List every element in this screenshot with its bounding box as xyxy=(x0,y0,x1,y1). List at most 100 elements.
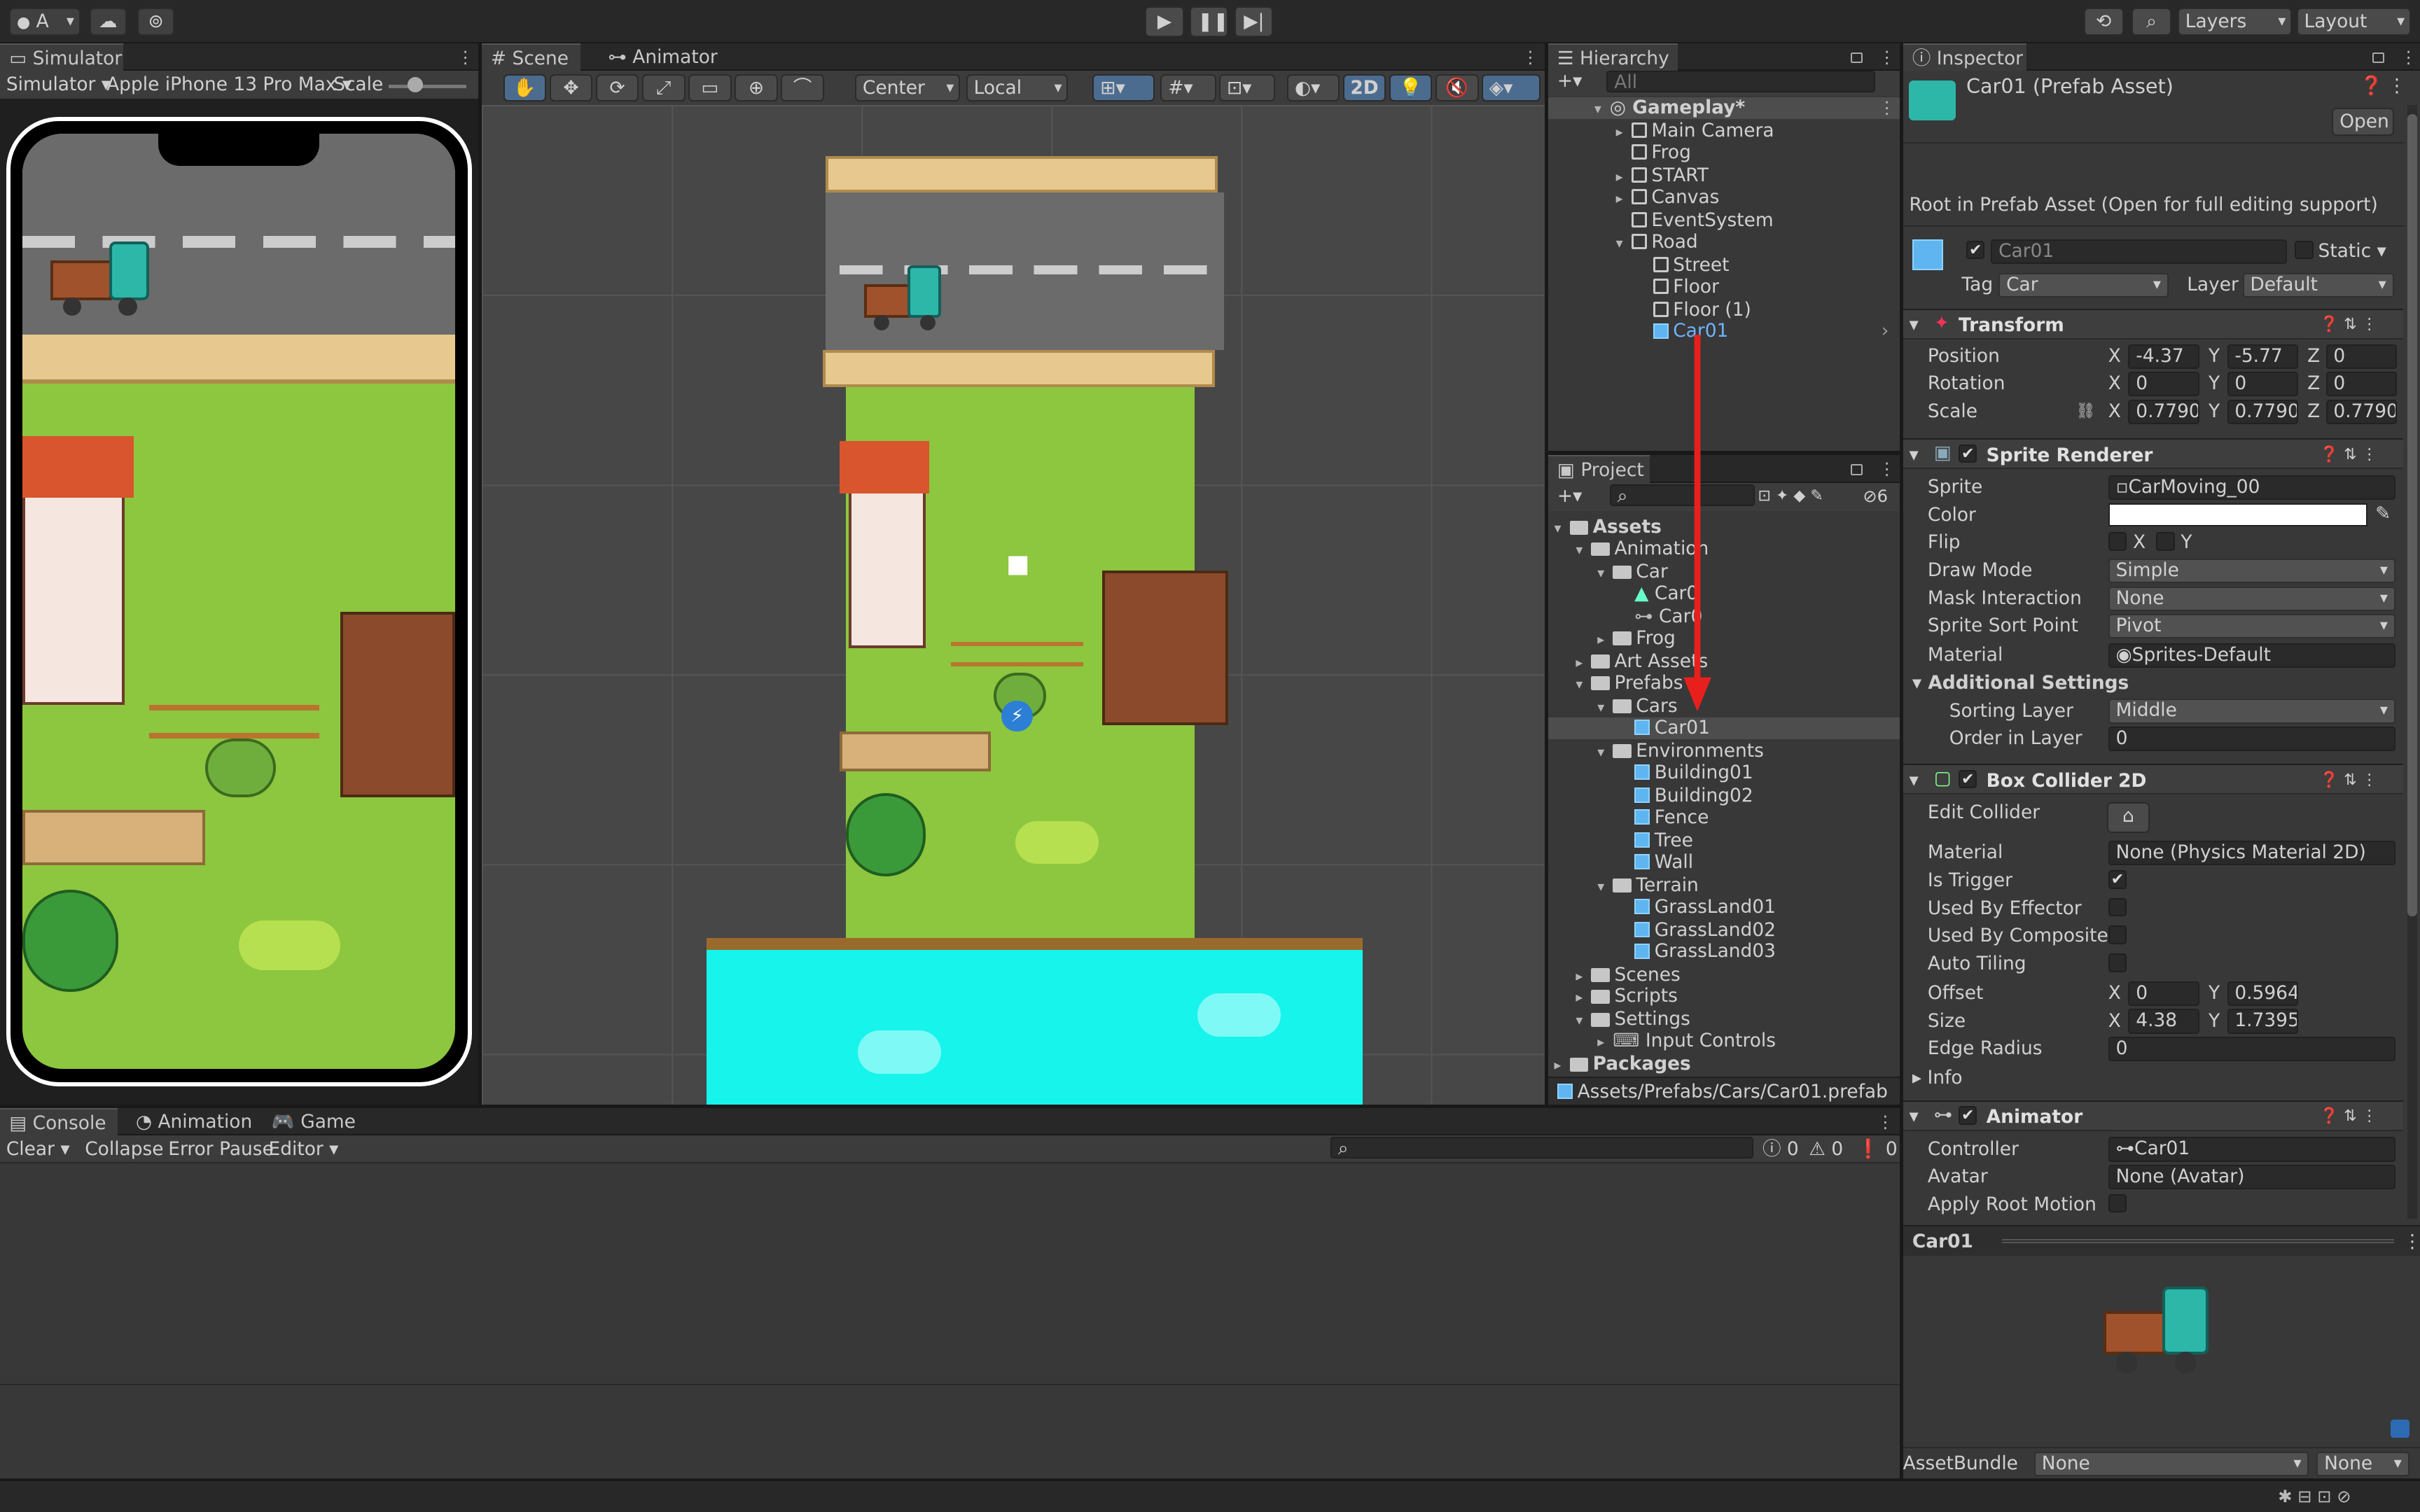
project-item-car01[interactable]: Car01 xyxy=(1634,717,1710,739)
account-dropdown[interactable]: ● A xyxy=(9,8,81,36)
flip-x-checkbox[interactable] xyxy=(2108,532,2127,551)
size-x[interactable]: 4.38 xyxy=(2128,1009,2199,1034)
component-icons[interactable]: ❓ ⇅ ⋮ xyxy=(2320,1106,2377,1128)
effector-checkbox[interactable] xyxy=(2108,897,2127,917)
project-item[interactable]: ▸ Frog xyxy=(1597,627,1676,651)
enabled-checkbox[interactable]: ✔ xyxy=(1958,769,1977,789)
tab-console[interactable]: ▤ Console xyxy=(0,1107,118,1136)
rotation-z[interactable]: 0 xyxy=(2325,372,2397,397)
log-count[interactable]: ⓘ 0 xyxy=(1762,1138,1799,1161)
color-swatch[interactable] xyxy=(2108,503,2368,526)
project-item[interactable]: ▾ Terrain xyxy=(1597,874,1699,898)
kebab-icon[interactable]: ⋮ xyxy=(2388,75,2406,97)
tab-hierarchy[interactable]: ☰ Hierarchy xyxy=(1548,43,1678,71)
project-item[interactable]: ▸ ⌨ Input Controls xyxy=(1597,1030,1776,1054)
order-field[interactable]: 0 xyxy=(2108,727,2395,752)
hand-tool-icon[interactable]: ✋ xyxy=(503,74,547,102)
hidden-count[interactable]: ⊘6 xyxy=(1863,486,1888,507)
tab-inspector[interactable]: ⓘ Inspector xyxy=(1903,43,2026,71)
sorting-layer-dropdown[interactable]: Middle xyxy=(2108,699,2395,724)
draw-mode-icon[interactable]: ◐▾ xyxy=(1287,74,1340,102)
project-item[interactable]: ▾ Settings xyxy=(1576,1008,1690,1032)
project-item[interactable]: ▾ Car xyxy=(1597,561,1668,584)
auto-tiling-checkbox[interactable] xyxy=(2108,953,2127,972)
project-item[interactable]: Building02 xyxy=(1634,785,1753,807)
filter-icons[interactable]: ⊡ ✦ ◆ ✎ xyxy=(1758,486,1823,507)
status-icons[interactable]: ✱ ⊟ ⊡ ⊘ xyxy=(2278,1486,2351,1508)
tab-animator[interactable]: ⊶ Animator xyxy=(599,43,722,71)
kebab-icon[interactable]: ⋮ xyxy=(1878,455,1895,483)
root-motion-checkbox[interactable] xyxy=(2108,1194,2127,1213)
controller-field[interactable]: ⊶Car01 xyxy=(2108,1137,2395,1162)
size-y[interactable]: 1.73952 xyxy=(2227,1009,2298,1034)
kebab-icon[interactable]: ⋮ xyxy=(1878,43,1895,71)
edge-radius-field[interactable]: 0 xyxy=(2108,1037,2395,1062)
project-item[interactable]: ▾ Cars xyxy=(1597,695,1677,719)
custom-tool-icon[interactable]: ⌒ xyxy=(781,74,824,102)
project-item[interactable]: Building01 xyxy=(1634,762,1753,784)
collider-material-field[interactable]: None (Physics Material 2D) xyxy=(2108,841,2395,866)
kebab-icon[interactable]: ⋮ xyxy=(2403,1231,2420,1253)
lock-icon[interactable] xyxy=(2372,52,2385,64)
pause-button[interactable]: ❚❚ xyxy=(1190,6,1228,37)
tab-simulator[interactable]: ▭ Simulator xyxy=(0,43,124,71)
position-x[interactable]: -4.37 xyxy=(2128,344,2199,369)
material-field[interactable]: ◉Sprites-Default xyxy=(2108,643,2395,668)
edit-collider-button[interactable]: ⌂ xyxy=(2106,802,2150,834)
hierarchy-item[interactable]: EventSystem xyxy=(1616,209,1774,232)
console-search-input[interactable]: ⌕ xyxy=(1330,1137,1753,1159)
hierarchy-item[interactable]: Frog xyxy=(1616,141,1691,164)
kebab-icon[interactable]: ⋮ xyxy=(457,43,473,71)
project-item[interactable]: ▸ Scripts xyxy=(1576,985,1678,1009)
mode-2d-toggle[interactable]: 2D xyxy=(1342,74,1386,102)
additional-settings-foldout[interactable]: ▾ Additional Settings xyxy=(1912,672,2129,694)
position-z[interactable]: 0 xyxy=(2325,344,2397,369)
space-dropdown[interactable]: Local xyxy=(966,74,1069,102)
transform-tool-icon[interactable]: ⊕ xyxy=(735,74,778,102)
eyedropper-icon[interactable]: ✎ xyxy=(2375,503,2391,525)
layer-dropdown[interactable]: Default xyxy=(2242,273,2394,298)
gizmos-icon[interactable]: ◈▾ xyxy=(1481,74,1541,102)
component-icons[interactable]: ❓ ⇅ ⋮ xyxy=(2320,770,2377,792)
project-item[interactable]: GrassLand01 xyxy=(1634,896,1776,918)
chevron-right-icon[interactable]: › xyxy=(1882,321,1889,342)
kebab-icon[interactable]: ⋮ xyxy=(2400,43,2416,71)
tab-scene[interactable]: # Scene xyxy=(481,43,580,71)
enabled-checkbox[interactable]: ✔ xyxy=(1958,1106,1977,1125)
component-icons[interactable]: ❓ ⇅ ⋮ xyxy=(2320,444,2377,466)
tag-icon[interactable] xyxy=(2391,1419,2409,1438)
kebab-icon[interactable]: ⋮ xyxy=(1877,1108,1893,1136)
pivot-dropdown[interactable]: Center xyxy=(855,74,960,102)
hierarchy-search-input[interactable]: All xyxy=(1606,71,1875,93)
add-button[interactable]: +▾ xyxy=(1557,70,1582,92)
static-dropdown[interactable]: Static ▾ xyxy=(2318,240,2386,262)
component-icons[interactable]: ❓ ⇅ ⋮ xyxy=(2320,314,2377,336)
assetbundle-variant-dropdown[interactable]: None xyxy=(2316,1451,2409,1477)
scale-z[interactable]: 0.77903 xyxy=(2325,399,2397,425)
kebab-icon[interactable]: ⋮ xyxy=(1522,43,1538,71)
tab-animation[interactable]: ◔ Animation xyxy=(127,1108,265,1136)
rect-tool-icon[interactable]: ▭ xyxy=(688,74,732,102)
transform-header[interactable]: ▾ ✦ Transform ❓ ⇅ ⋮ xyxy=(1903,308,2403,340)
hierarchy-item[interactable]: Floor (1) xyxy=(1638,299,1751,321)
project-item[interactable]: Fence xyxy=(1634,806,1709,829)
hierarchy-item[interactable]: Street xyxy=(1638,254,1730,276)
avatar-field[interactable]: None (Avatar) xyxy=(2108,1165,2395,1190)
lighting-icon[interactable]: 💡 xyxy=(1389,74,1433,102)
move-tool-icon[interactable]: ✥ xyxy=(549,74,593,102)
layout-dropdown[interactable]: Layout xyxy=(2296,8,2411,36)
lock-icon[interactable] xyxy=(1850,464,1863,475)
editor-dropdown[interactable]: Editor ▾ xyxy=(269,1138,339,1161)
hierarchy-item[interactable]: ▸ Canvas xyxy=(1616,186,1720,210)
sprite-renderer-header[interactable]: ▾ ▣ ✔ Sprite Renderer ❓ ⇅ ⋮ xyxy=(1903,438,2403,470)
audio-icon[interactable]: 🔇 xyxy=(1435,74,1479,102)
offset-x[interactable]: 0 xyxy=(2128,981,2199,1007)
scrollbar[interactable] xyxy=(2407,104,2417,1219)
project-item[interactable]: ▸ Scenes xyxy=(1576,964,1680,988)
flip-y-checkbox[interactable] xyxy=(2156,532,2175,551)
box-collider-header[interactable]: ▾ ▢ ✔ Box Collider 2D ❓ ⇅ ⋮ xyxy=(1903,764,2403,795)
mask-dropdown[interactable]: None xyxy=(2108,586,2395,611)
project-item[interactable]: Tree xyxy=(1634,830,1693,852)
error-pause-button[interactable]: Error Pause xyxy=(168,1138,274,1161)
grid-icon[interactable]: #▾ xyxy=(1160,74,1216,102)
